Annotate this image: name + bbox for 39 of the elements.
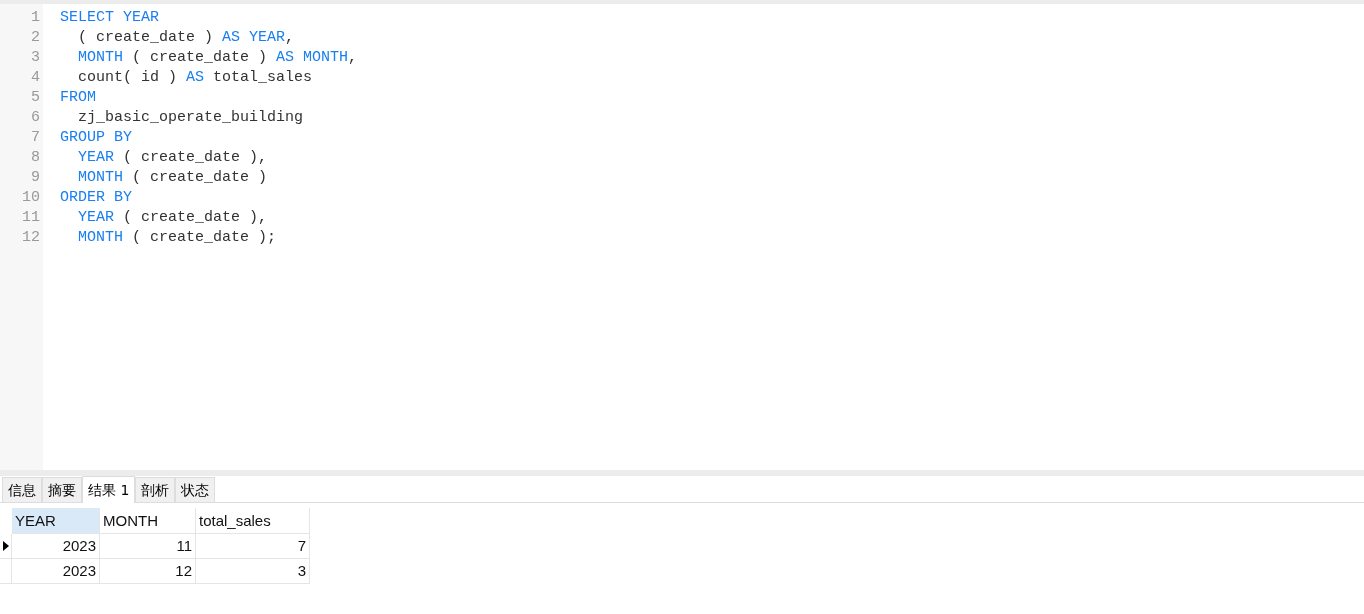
code-line: MONTH ( create_date ); [77,228,277,248]
table-cell: 12 [100,559,196,584]
result-tab[interactable]: 摘要 [42,477,82,502]
line-number: 5 [30,88,41,108]
line-number: 9 [30,168,41,188]
row-pointer-icon [2,541,9,551]
table-cell: 2023 [12,559,100,584]
code-line: MONTH ( create_date ) AS MONTH, [77,48,358,68]
line-number: 2 [30,28,41,48]
code-line: SELECT YEAR [60,8,160,28]
line-number: 8 [30,148,41,168]
table-cell: 2023 [12,534,100,559]
code-line: ORDER BY [60,188,132,208]
code-line: YEAR ( create_date ), [77,148,268,168]
code-line: count( id ) AS total_sales [77,68,313,88]
line-number: 7 [30,128,41,148]
column-header[interactable]: YEAR [12,508,100,534]
code-line: MONTH ( create_date ) [77,168,268,188]
result-tab[interactable]: 剖析 [135,477,176,502]
line-number: 10 [21,188,41,208]
result-tab[interactable]: 结果 1 [82,476,136,503]
code-line: zj_basic_operate_building [77,108,304,128]
line-number: 1 [30,8,41,28]
column-header[interactable]: MONTH [100,508,196,534]
code-line: YEAR ( create_date ), [77,208,268,228]
code-line: GROUP BY [60,128,132,148]
result-tab[interactable]: 信息 [2,477,42,502]
line-number: 3 [30,48,41,68]
line-number: 4 [30,68,41,88]
result-tab[interactable]: 状态 [175,477,216,502]
code-line: FROM [60,88,96,108]
line-number: 11 [21,208,41,228]
code-line: ( create_date ) AS YEAR, [77,28,295,48]
column-header[interactable]: total_sales [196,508,310,534]
line-number: 6 [30,108,41,128]
table-cell: 7 [196,534,310,559]
line-number: 12 [21,228,41,248]
table-cell: 11 [100,534,196,559]
table-cell: 3 [196,559,310,584]
